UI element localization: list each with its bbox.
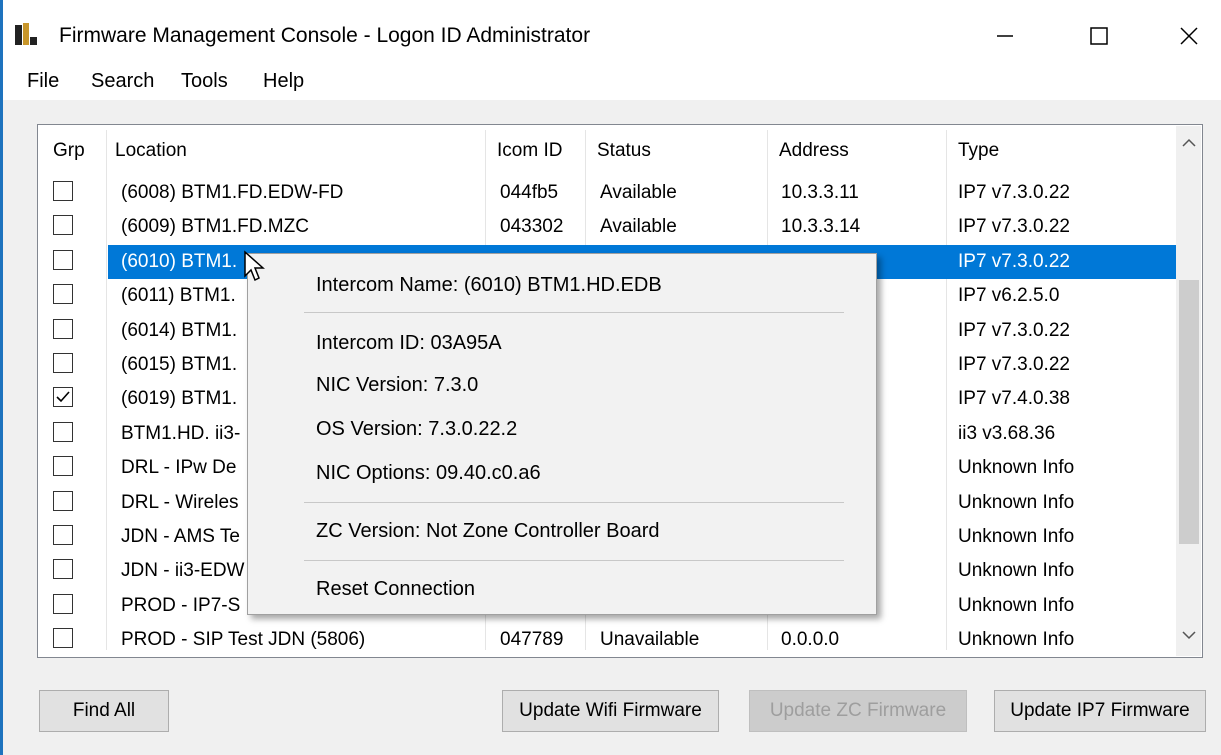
cell-status: Unavailable — [600, 629, 700, 651]
cell-type: IP7 v7.3.0.22 — [958, 216, 1070, 238]
cell-icom-id: 047789 — [500, 629, 564, 651]
group-checkbox[interactable] — [53, 284, 73, 305]
table-row[interactable]: PROD - SIP Test JDN (5806) 047789 Unavaila… — [40, 623, 1176, 657]
cell-location: DRL - Wireles — [121, 491, 239, 513]
menu-separator — [304, 560, 844, 561]
menu-file[interactable]: File — [27, 70, 59, 93]
cell-location: (6015) BTM1. — [121, 354, 238, 375]
group-checkbox[interactable] — [53, 593, 73, 614]
cell-location: JDN - ii3-EDW — [121, 560, 245, 582]
cell-type: Unknown Info — [958, 594, 1075, 616]
column-header-grp[interactable]: Grp — [53, 140, 85, 162]
menu-intercom-id[interactable]: Intercom ID: 03A95A — [316, 332, 502, 355]
menu-zc-version[interactable]: ZC Version: Not Zone Controller Board — [316, 520, 660, 543]
cell-type: Unknown Info — [958, 629, 1075, 651]
update-wifi-firmware-button[interactable]: Update Wifi Firmware — [502, 690, 719, 732]
table-row[interactable]: (6009) BTM1.FD.MZC 043302 Available 10.3.3.… — [40, 210, 1176, 244]
group-checkbox[interactable] — [53, 490, 73, 511]
menu-os-version[interactable]: OS Version: 7.3.0.22.2 — [316, 418, 517, 441]
checkmark-icon — [56, 391, 70, 403]
cell-location: (6014) BTM1. — [121, 319, 238, 341]
cell-address: 10.3.3.14 — [781, 216, 861, 238]
minimize-icon — [997, 35, 1013, 37]
app-window: Firmware Management Console - Logon ID A… — [0, 0, 1221, 755]
group-checkbox[interactable] — [53, 421, 73, 442]
cell-type: ii3 v3.68.36 — [958, 422, 1056, 444]
cell-type: Unknown Info — [958, 491, 1075, 513]
cell-address: 10.3.3.11 — [781, 182, 859, 203]
cell-location: PROD - SIP Test JDN (5806) — [121, 629, 366, 651]
group-checkbox[interactable] — [53, 456, 73, 477]
group-checkbox[interactable] — [53, 181, 73, 201]
group-checkbox[interactable] — [53, 628, 73, 649]
intercom-context-menu: Intercom Name: (6010) BTM1.HD.EDB Interc… — [247, 253, 877, 615]
cell-type: IP7 v7.3.0.22 — [958, 319, 1070, 341]
group-checkbox[interactable] — [53, 215, 73, 236]
cell-status: Available — [600, 216, 677, 238]
cell-location: JDN - AMS Te — [121, 526, 240, 547]
menu-separator — [304, 502, 844, 503]
column-header-icom-id[interactable]: Icom ID — [497, 140, 562, 162]
group-checkbox[interactable] — [53, 249, 73, 270]
group-checkbox[interactable] — [53, 525, 73, 545]
menu-reset-connection[interactable]: Reset Connection — [316, 578, 475, 601]
cell-icom-id: 044fb5 — [500, 182, 559, 203]
cell-type: Unknown Info — [958, 560, 1075, 582]
menu-search[interactable]: Search — [91, 70, 154, 93]
close-icon — [1180, 27, 1198, 45]
minimize-button[interactable] — [979, 14, 1031, 58]
menu-tools[interactable]: Tools — [181, 70, 228, 93]
group-checkbox[interactable] — [53, 387, 73, 408]
update-zc-firmware-button: Update ZC Firmware — [749, 690, 967, 732]
cell-location: (6011) BTM1. — [121, 285, 236, 307]
cell-type: IP7 v7.4.0.38 — [958, 388, 1070, 410]
cell-location: (6008) BTM1.FD.EDW-FD — [121, 182, 344, 203]
group-checkbox[interactable] — [53, 318, 73, 339]
maximize-icon — [1090, 27, 1108, 45]
cell-type: IP7 v7.3.0.22 — [958, 354, 1070, 375]
cell-type: IP7 v7.3.0.22 — [958, 250, 1070, 272]
column-header-location[interactable]: Location — [115, 140, 187, 162]
menu-intercom-name[interactable]: Intercom Name: (6010) BTM1.HD.EDB — [316, 274, 662, 297]
cell-location: (6019) BTM1. — [121, 388, 238, 410]
cell-location: (6010) BTM1. — [121, 250, 238, 272]
maximize-button[interactable] — [1073, 14, 1125, 58]
find-all-button[interactable]: Find All — [39, 690, 169, 732]
cell-location: (6009) BTM1.FD.MZC — [121, 216, 309, 238]
cell-icom-id: 043302 — [500, 216, 564, 238]
menu-nic-options[interactable]: NIC Options: 09.40.c0.a6 — [316, 462, 541, 485]
group-checkbox[interactable] — [53, 353, 73, 373]
update-ip7-firmware-button[interactable]: Update IP7 Firmware — [994, 690, 1206, 732]
column-header-type[interactable]: Type — [958, 140, 999, 162]
scrollbar-thumb[interactable] — [1179, 280, 1199, 544]
cell-location: PROD - IP7-S — [121, 594, 241, 616]
cell-type: Unknown Info — [958, 457, 1075, 479]
cell-type: Unknown Info — [958, 526, 1075, 547]
window-title: Firmware Management Console - Logon ID A… — [59, 24, 591, 47]
cell-type: IP7 v6.2.5.0 — [958, 285, 1060, 307]
column-header-address[interactable]: Address — [779, 140, 849, 162]
menu-nic-version[interactable]: NIC Version: 7.3.0 — [316, 374, 478, 397]
menu-separator — [304, 312, 844, 313]
menu-help[interactable]: Help — [263, 70, 304, 93]
column-header-status[interactable]: Status — [597, 140, 651, 162]
table-row[interactable]: (6008) BTM1.FD.EDW-FD 044fb5 Available 10.3… — [40, 176, 1176, 210]
app-icon — [15, 23, 37, 45]
cell-type: IP7 v7.3.0.22 — [958, 182, 1070, 203]
group-checkbox[interactable] — [53, 559, 73, 580]
cell-location: DRL - IPw De — [121, 457, 237, 479]
scroll-up-icon — [1182, 138, 1196, 147]
mouse-cursor-icon — [244, 250, 265, 282]
scroll-down-icon — [1182, 631, 1196, 640]
cell-location: BTM1.HD. ii3- — [121, 422, 241, 444]
title-bar[interactable]: Firmware Management Console - Logon ID A… — [3, 0, 1221, 60]
close-button[interactable] — [1163, 14, 1215, 58]
cell-status: Available — [600, 182, 677, 203]
cell-address: 0.0.0.0 — [781, 629, 840, 651]
